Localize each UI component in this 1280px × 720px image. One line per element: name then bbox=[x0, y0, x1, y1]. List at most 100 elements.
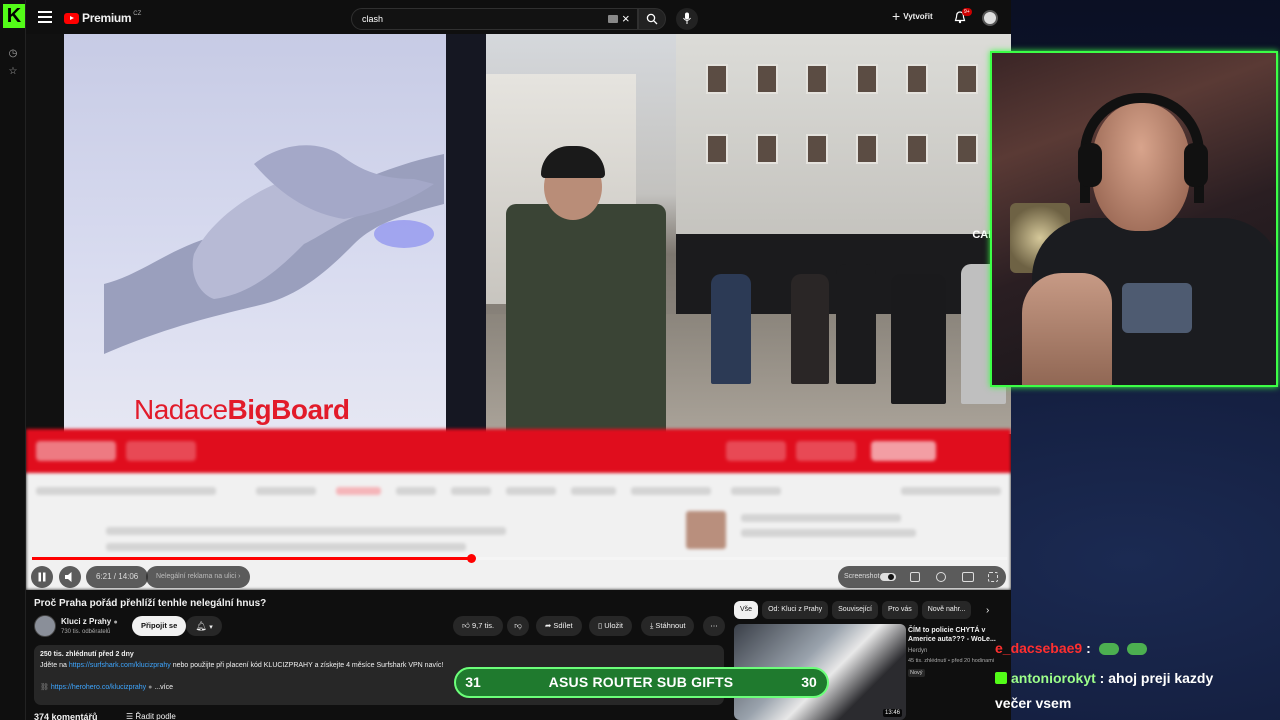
sort-button[interactable]: ☰ Řadit podle bbox=[126, 712, 176, 720]
chat-separator: : bbox=[1082, 640, 1091, 656]
search-query[interactable]: clash bbox=[362, 14, 383, 24]
share-label: Sdílet bbox=[553, 621, 573, 630]
youtube-logo[interactable]: Premium CZ bbox=[64, 11, 141, 25]
chat-text: ahoj preji kazdy bbox=[1104, 670, 1214, 686]
street-scene: CALZE bbox=[486, 34, 1011, 434]
pedestrian bbox=[791, 274, 829, 384]
search-button[interactable] bbox=[638, 8, 666, 30]
download-button[interactable]: ⤓ Stáhnout bbox=[641, 616, 695, 636]
theater-mode-icon[interactable] bbox=[962, 572, 974, 582]
pause-icon bbox=[38, 572, 46, 582]
dislike-button[interactable]: 👎︎ bbox=[507, 616, 529, 636]
create-label: Vytvořit bbox=[903, 11, 933, 21]
surfshark-link[interactable]: https://surfshark.com/klucizprahy bbox=[69, 662, 171, 669]
emoji-icon: ● bbox=[148, 684, 153, 691]
presenter bbox=[506, 204, 666, 434]
thumbs-up-icon: 👍︎ bbox=[462, 621, 470, 630]
desc-text: Jděte na bbox=[40, 662, 69, 669]
streamer-webcam bbox=[990, 51, 1278, 387]
save-label: Uložit bbox=[604, 621, 623, 630]
show-more-link[interactable]: ...více bbox=[154, 684, 173, 691]
keyboard-icon[interactable] bbox=[608, 15, 618, 23]
sort-label: Řadit podle bbox=[135, 712, 176, 720]
fullscreen-icon[interactable] bbox=[988, 572, 998, 582]
channel-name[interactable]: Kluci z Prahy ● bbox=[61, 617, 118, 626]
video-title: Proč Praha pořád přehlíží tenhle nelegál… bbox=[34, 598, 267, 609]
create-button[interactable]: + Vytvořit bbox=[892, 9, 933, 23]
pepe-emote-icon bbox=[1098, 643, 1119, 656]
recommendation-duration: 13:46 bbox=[882, 709, 902, 717]
thumbs-down-icon: 👎︎ bbox=[514, 621, 522, 630]
bell-icon: 🔔︎ bbox=[195, 621, 207, 631]
chapter-title: Nelegální reklama na ulici bbox=[156, 573, 237, 580]
chip-related[interactable]: Související bbox=[832, 601, 878, 619]
subscriber-count: 730 tis. odběratelů bbox=[61, 629, 111, 635]
recommendation-meta: 45 tis. zhlédnutí • před 20 hodinami bbox=[908, 658, 995, 664]
pedestrian bbox=[891, 274, 946, 404]
herohero-link[interactable]: https://herohero.co/klucizprahy bbox=[51, 684, 146, 691]
chapter-button[interactable]: Nelegální reklama na ulici › bbox=[146, 566, 251, 588]
blurred-red-header bbox=[26, 429, 1011, 473]
kick-logo[interactable]: K bbox=[3, 4, 25, 28]
subscription-bell-button[interactable]: 🔔︎ ▾ bbox=[186, 616, 222, 636]
player-controls: 6:21 / 14:06 Nelegální reklama na ulici … bbox=[26, 552, 1011, 590]
youtube-brand: Premium bbox=[82, 11, 132, 25]
settings-icon[interactable] bbox=[936, 572, 946, 582]
progress-scrubber[interactable] bbox=[466, 554, 476, 563]
pedestrian bbox=[711, 274, 751, 384]
chat-username[interactable]: e_dacsebae9 bbox=[995, 640, 1082, 656]
search-input[interactable]: clash × bbox=[351, 8, 638, 30]
chat-message-continuation: večer vsem bbox=[995, 695, 1072, 711]
more-actions-button[interactable]: ⋯ bbox=[703, 616, 725, 636]
billboard-caption: NadaceBigBoard bbox=[134, 394, 350, 426]
channel-name-text: Kluci z Prahy bbox=[61, 617, 112, 626]
billboard-frame bbox=[446, 34, 486, 434]
billboard: NadaceBigBoard bbox=[64, 34, 446, 434]
handshake-image bbox=[104, 145, 444, 354]
desc-text: nebo použijte při placení kód KLUCIZPRAH… bbox=[170, 662, 444, 669]
download-label: Stáhnout bbox=[655, 621, 686, 630]
view-stats: 250 tis. zhlédnutí před 2 dny bbox=[40, 651, 134, 658]
shirt-graphic bbox=[1122, 283, 1192, 333]
account-avatar[interactable] bbox=[982, 10, 998, 26]
like-button[interactable]: 👍︎ 9,7 tis. bbox=[453, 616, 504, 636]
chapter-arrow: › bbox=[238, 573, 241, 580]
recommendation-title[interactable]: ČÍM to policie CHYTÁ v Americe auta??? -… bbox=[908, 626, 1008, 644]
chat-username[interactable]: antoniorokyt bbox=[1011, 670, 1096, 686]
chip-all[interactable]: Vše bbox=[734, 601, 759, 619]
pepe-emote-icon bbox=[1126, 643, 1147, 656]
gifts-left-count: 31 bbox=[465, 674, 481, 690]
menu-icon[interactable] bbox=[38, 11, 52, 25]
youtube-header: Premium CZ clash × + Vytvořit 9+ bbox=[26, 0, 1011, 36]
description-line: Jděte na https://surfshark.com/klucizpra… bbox=[40, 662, 443, 669]
channel-avatar[interactable] bbox=[34, 615, 56, 637]
notification-badge: 9+ bbox=[962, 8, 972, 16]
chat-message: antoniorokyt : ahoj preji kazdy bbox=[995, 670, 1213, 686]
screenshot-toggle[interactable] bbox=[880, 573, 896, 581]
volume-button[interactable] bbox=[59, 566, 81, 588]
chip-channel[interactable]: Od: Kluci z Prahy bbox=[762, 601, 829, 619]
history-icon[interactable]: ◷ bbox=[7, 48, 19, 60]
billboard-text-light: Nadace bbox=[134, 394, 228, 425]
video-player[interactable]: NadaceBigBoard CALZE bbox=[26, 34, 1011, 590]
voice-search-button[interactable] bbox=[676, 8, 698, 30]
volume-icon bbox=[65, 572, 72, 582]
chip-for-you[interactable]: Pro vás bbox=[882, 601, 918, 619]
gifts-label: ASUS ROUTER SUB GIFTS bbox=[548, 674, 734, 690]
chip-recent[interactable]: Nově nahr... bbox=[921, 601, 972, 619]
share-button[interactable]: ➦ Sdílet bbox=[536, 616, 582, 636]
join-button[interactable]: Připojit se bbox=[132, 616, 187, 636]
right-controls: Screenshot bbox=[838, 566, 1006, 588]
sort-icon: ☰ bbox=[126, 712, 134, 720]
save-button[interactable]: ▯ Uložit bbox=[589, 616, 632, 636]
subtitles-icon[interactable] bbox=[910, 572, 920, 582]
close-icon[interactable]: × bbox=[622, 11, 630, 26]
progress-fill bbox=[32, 557, 471, 560]
chevron-right-icon[interactable]: › bbox=[986, 605, 989, 616]
pause-button[interactable] bbox=[31, 566, 53, 588]
recommendation-channel[interactable]: Herdyn bbox=[908, 648, 927, 654]
recommendation-chips: Vše Od: Kluci z Prahy Související Pro vá… bbox=[734, 601, 972, 621]
chevron-down-icon: ▾ bbox=[209, 624, 213, 631]
star-icon[interactable]: ☆ bbox=[7, 66, 19, 78]
pedestrian bbox=[836, 264, 876, 384]
